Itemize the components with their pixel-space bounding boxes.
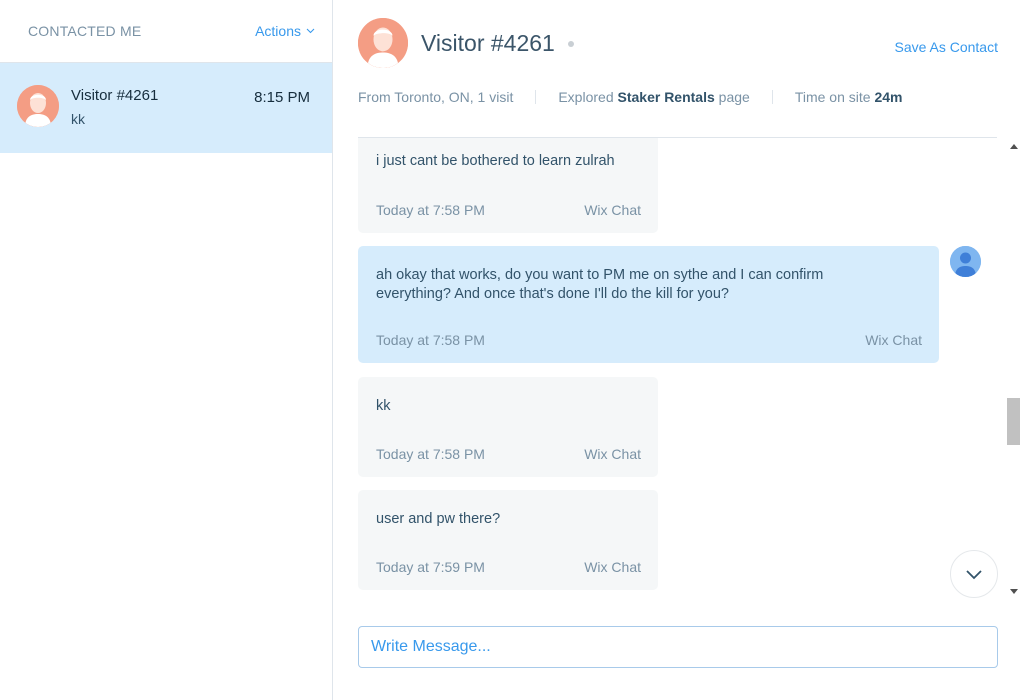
- chevron-down-icon: [966, 569, 982, 579]
- message-text: kk: [376, 398, 391, 414]
- explored-suffix: page: [718, 89, 750, 105]
- conversation-preview: kk: [71, 111, 85, 127]
- scrollbar-thumb[interactable]: [1007, 398, 1020, 445]
- messages-scrollbar[interactable]: [1007, 138, 1021, 600]
- message-bubble: i just cant be bothered to learn zulrah …: [358, 138, 658, 233]
- message-bubble: user and pw there? Today at 7:59 PM Wix …: [358, 490, 658, 590]
- time-on-site-label: Time on site: [794, 89, 871, 105]
- message-input[interactable]: [358, 626, 998, 668]
- sidebar-header: CONTACTED ME Actions: [0, 0, 332, 63]
- message-bubble: ah okay that works, do you want to PM me…: [358, 246, 939, 363]
- visitor-name: Visitor #4261: [421, 29, 555, 56]
- visitor-avatar-icon: [358, 18, 408, 68]
- message-source: Wix Chat: [584, 202, 641, 218]
- online-status-icon: [567, 41, 574, 47]
- actions-dropdown[interactable]: Actions: [255, 23, 315, 39]
- scroll-up-icon[interactable]: [1010, 144, 1018, 149]
- message-time: Today at 7:58 PM: [376, 202, 485, 218]
- chat-panel: Visitor #4261 Save As Contact From Toron…: [334, 0, 1027, 700]
- divider: [771, 90, 773, 104]
- chat-app: CONTACTED ME Actions Visitor #4261 kk 8:…: [0, 0, 1027, 700]
- message-time: Today at 7:58 PM: [376, 446, 485, 462]
- visitor-avatar-icon: [17, 85, 59, 127]
- visitor-location: From Toronto, ON, 1 visit: [358, 89, 514, 105]
- scroll-down-icon[interactable]: [1010, 589, 1018, 594]
- actions-label: Actions: [255, 23, 301, 39]
- chevron-down-icon: [306, 28, 315, 34]
- message-text: i just cant be bothered to learn zulrah: [376, 153, 615, 169]
- agent-avatar-icon: [950, 246, 981, 277]
- explored-prefix: Explored: [558, 89, 614, 105]
- message-time: Today at 7:59 PM: [376, 559, 485, 575]
- message-text: user and pw there?: [376, 511, 501, 527]
- message-text: ah okay that works, do you want to PM me…: [376, 267, 824, 302]
- conversation-sidebar: CONTACTED ME Actions Visitor #4261 kk 8:…: [0, 0, 333, 700]
- sidebar-title: CONTACTED ME: [28, 23, 142, 39]
- message-source: Wix Chat: [865, 332, 922, 348]
- message-source: Wix Chat: [584, 446, 641, 462]
- visitor-info-row: From Toronto, ON, 1 visit Explored Stake…: [358, 89, 902, 105]
- time-on-site-value: 24m: [874, 89, 903, 105]
- explored-page: Staker Rentals: [617, 89, 715, 105]
- message-time: Today at 7:58 PM: [376, 332, 485, 348]
- explored-info: Explored Staker Rentals page: [558, 89, 749, 105]
- message-list[interactable]: i just cant be bothered to learn zulrah …: [334, 138, 1027, 600]
- scroll-to-bottom-button[interactable]: [950, 550, 998, 598]
- message-bubble: kk Today at 7:58 PM Wix Chat: [358, 377, 658, 477]
- visitor-header: Visitor #4261: [358, 18, 574, 68]
- divider: [535, 90, 537, 104]
- save-as-contact-link[interactable]: Save As Contact: [894, 39, 998, 55]
- conversation-time: 8:15 PM: [254, 89, 310, 106]
- message-source: Wix Chat: [584, 559, 641, 575]
- conversation-item[interactable]: Visitor #4261 kk 8:15 PM: [0, 63, 332, 153]
- time-on-site: Time on site 24m: [795, 89, 903, 105]
